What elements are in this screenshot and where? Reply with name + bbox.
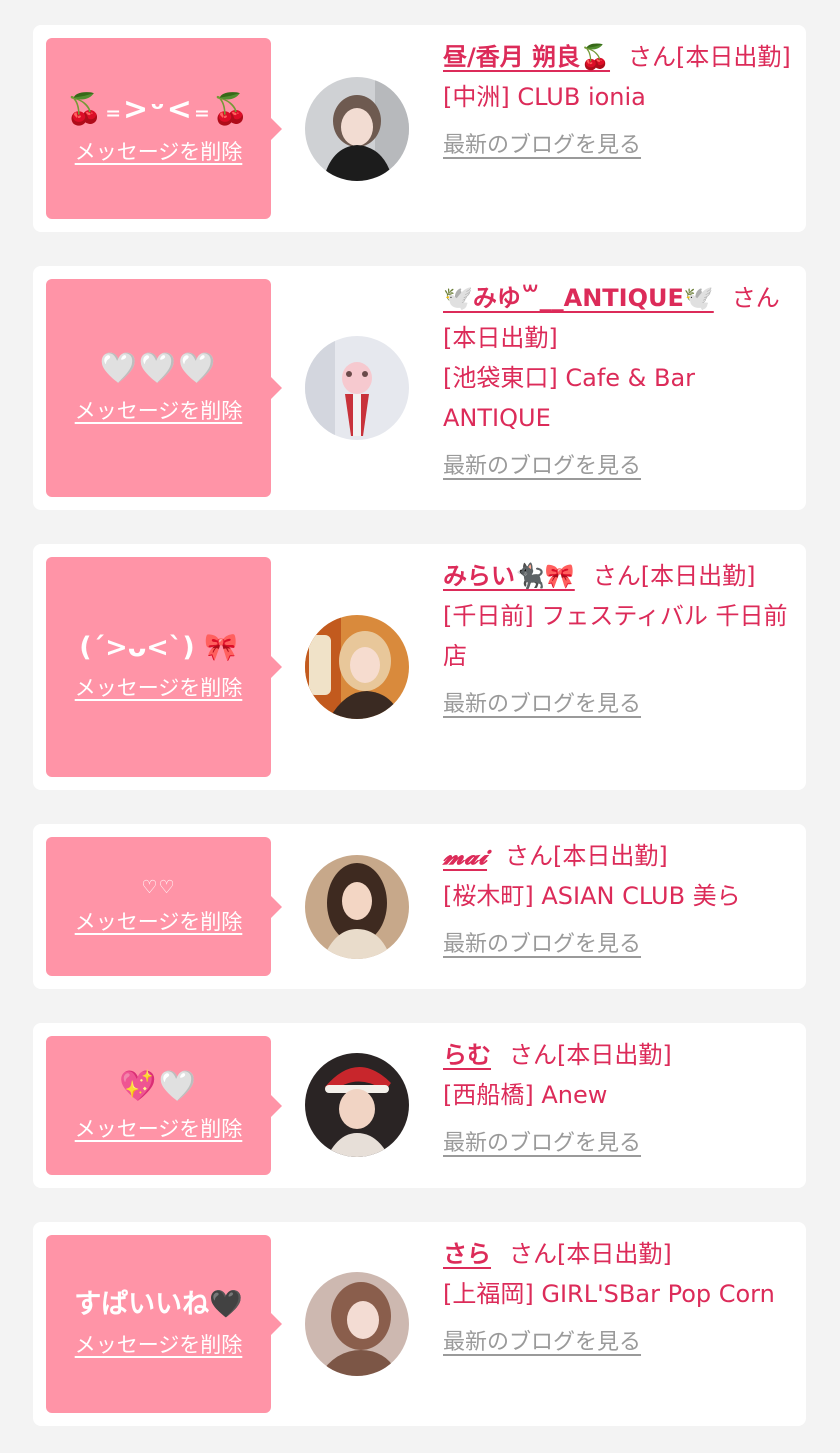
message-bubble: 🤍🤍🤍 メッセージを削除 xyxy=(46,279,282,497)
avatar[interactable] xyxy=(305,336,409,440)
favorite-card: (ˊ>ᴗ<ˋ) 🎀 メッセージを削除 みらい🐈‍⬛🎀 さん[本日出勤] [千日前]… xyxy=(33,544,806,790)
delete-message-link[interactable]: メッセージを削除 xyxy=(75,672,243,702)
message-bubble: 💖🤍 メッセージを削除 xyxy=(46,1036,282,1175)
message-text: ♡♡ xyxy=(141,876,176,898)
cast-name-line: 🕊️みゆ꒳__ANTIQUE🕊️ さん[本日出勤] xyxy=(443,278,794,358)
message-text: すぱいいね🖤 xyxy=(74,1288,243,1320)
cast-status: さん[本日出勤] xyxy=(509,1041,672,1069)
favorite-card: ♡♡ メッセージを削除 𝓶𝓪𝓲 さん[本日出勤] [桜木町] ASIAN CLUB… xyxy=(33,824,806,989)
latest-blog-link[interactable]: 最新のブログを見る xyxy=(443,131,641,161)
avatar[interactable] xyxy=(305,77,409,181)
cast-info: さら さん[本日出勤] [上福岡] GIRL'SBar Pop Corn 最新のブ… xyxy=(443,1234,794,1361)
favorite-card: 💖🤍 メッセージを削除 らむ さん[本日出勤] [西船橋] Anew 最新のブログ… xyxy=(33,1023,806,1188)
favorite-card: 🍒₌>ᵕ<₌🍒 メッセージを削除 昼/香月 朔良🍒 さん[本日出勤] [中洲] C… xyxy=(33,25,806,232)
cast-status: さん[本日出勤] xyxy=(628,43,791,71)
shop-name: [西船橋] Anew xyxy=(443,1081,608,1109)
cast-status: さん[本日出勤] xyxy=(505,842,668,870)
avatar[interactable] xyxy=(305,615,409,719)
latest-blog-link[interactable]: 最新のブログを見る xyxy=(443,1129,641,1159)
cast-name-line: さら さん[本日出勤] xyxy=(443,1234,794,1274)
cast-name-link[interactable]: 昼/香月 朔良🍒 xyxy=(443,43,610,71)
message-text: 🍒₌>ᵕ<₌🍒 xyxy=(65,91,252,127)
cast-name-line: みらい🐈‍⬛🎀 さん[本日出勤] xyxy=(443,556,794,596)
delete-message-link[interactable]: メッセージを削除 xyxy=(75,906,243,936)
latest-blog-link[interactable]: 最新のブログを見る xyxy=(443,1328,641,1358)
favorites-list: 🍒₌>ᵕ<₌🍒 メッセージを削除 昼/香月 朔良🍒 さん[本日出勤] [中洲] C… xyxy=(0,0,840,1453)
message-text: 🤍🤍🤍 xyxy=(99,351,218,386)
shop-name: [桜木町] ASIAN CLUB 美ら xyxy=(443,882,741,910)
message-text: 💖🤍 xyxy=(119,1068,198,1104)
delete-message-link[interactable]: メッセージを削除 xyxy=(75,1113,243,1143)
shop-name: [池袋東口] Cafe & Bar ANTIQUE xyxy=(443,364,696,432)
cast-name-link[interactable]: みらい🐈‍⬛🎀 xyxy=(443,562,575,590)
cast-status: さん[本日出勤] xyxy=(509,1240,672,1268)
latest-blog-link[interactable]: 最新のブログを見る xyxy=(443,452,641,482)
message-bubble: すぱいいね🖤 メッセージを削除 xyxy=(46,1235,282,1413)
cast-info: みらい🐈‍⬛🎀 さん[本日出勤] [千日前] フェスティバル 千日前店 最新のブロ… xyxy=(443,556,794,723)
favorite-card: 🤍🤍🤍 メッセージを削除 🕊️みゆ꒳__ANTIQUE🕊️ さん[本日出勤] [池… xyxy=(33,266,806,510)
cast-name-line: 昼/香月 朔良🍒 さん[本日出勤] xyxy=(443,37,794,77)
cast-info: 𝓶𝓪𝓲 さん[本日出勤] [桜木町] ASIAN CLUB 美ら 最新のブログを見… xyxy=(443,836,794,963)
avatar[interactable] xyxy=(305,1272,409,1376)
message-bubble: ♡♡ メッセージを削除 xyxy=(46,837,282,976)
cast-info: 🕊️みゆ꒳__ANTIQUE🕊️ さん[本日出勤] [池袋東口] Cafe & B… xyxy=(443,278,794,485)
delete-message-link[interactable]: メッセージを削除 xyxy=(75,1329,243,1359)
cast-name-line: 𝓶𝓪𝓲 さん[本日出勤] xyxy=(443,836,794,876)
cast-info: らむ さん[本日出勤] [西船橋] Anew 最新のブログを見る xyxy=(443,1035,794,1162)
cast-name-link[interactable]: さら xyxy=(443,1240,491,1268)
cast-name-link[interactable]: 𝓶𝓪𝓲 xyxy=(443,841,487,870)
favorite-card: すぱいいね🖤 メッセージを削除 さら さん[本日出勤] [上福岡] GIRL'SB… xyxy=(33,1222,806,1426)
shop-name: [上福岡] GIRL'SBar Pop Corn xyxy=(443,1280,775,1308)
avatar[interactable] xyxy=(305,855,409,959)
cast-name-line: らむ さん[本日出勤] xyxy=(443,1035,794,1075)
avatar[interactable] xyxy=(305,1053,409,1157)
shop-name: [中洲] CLUB ionia xyxy=(443,83,646,111)
latest-blog-link[interactable]: 最新のブログを見る xyxy=(443,690,641,720)
message-bubble: 🍒₌>ᵕ<₌🍒 メッセージを削除 xyxy=(46,38,282,219)
cast-name-link[interactable]: らむ xyxy=(443,1041,491,1069)
cast-name-link[interactable]: 🕊️みゆ꒳__ANTIQUE🕊️ xyxy=(443,284,714,312)
delete-message-link[interactable]: メッセージを削除 xyxy=(75,395,243,425)
message-bubble: (ˊ>ᴗ<ˋ) 🎀 メッセージを削除 xyxy=(46,557,282,777)
cast-info: 昼/香月 朔良🍒 さん[本日出勤] [中洲] CLUB ionia 最新のブログを… xyxy=(443,37,794,164)
latest-blog-link[interactable]: 最新のブログを見る xyxy=(443,930,641,960)
message-text: (ˊ>ᴗ<ˋ) 🎀 xyxy=(79,631,238,663)
cast-status: さん[本日出勤] xyxy=(592,562,756,590)
delete-message-link[interactable]: メッセージを削除 xyxy=(75,136,243,166)
shop-name: [千日前] フェスティバル 千日前店 xyxy=(443,602,788,670)
